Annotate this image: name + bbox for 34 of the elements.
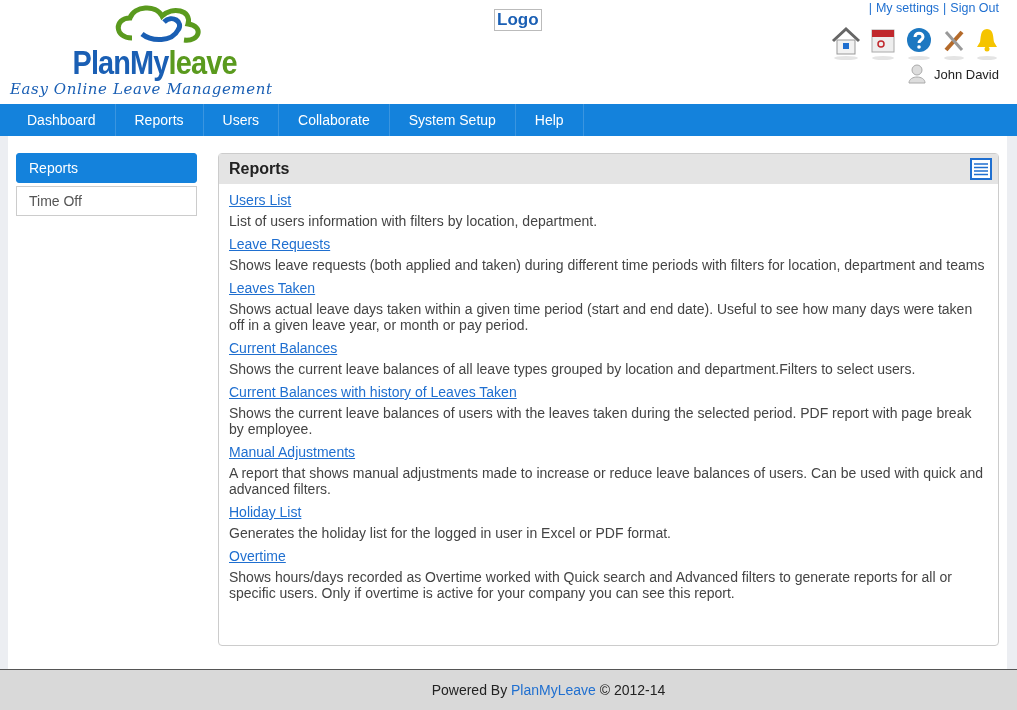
report-description: Shows actual leave days taken within a given time period (start and end date). Useful to see how many days were taken off in a given leave year, or month or pay period. [229, 301, 974, 333]
user-avatar-icon [907, 64, 926, 84]
report-description: List of users information with filters by location, department. [229, 213, 599, 229]
report-link[interactable]: Leave Requests [229, 236, 331, 252]
report-link[interactable]: Current Balances [229, 340, 338, 356]
separator: | [868, 1, 872, 15]
report-link[interactable]: Manual Adjustments [229, 444, 356, 460]
sidebar-item[interactable]: Time Off [16, 186, 197, 216]
report-link[interactable]: Holiday List [229, 504, 302, 520]
report-description: Shows the current leave balances of all leave types grouped by location and department.Filters to select users. [229, 361, 917, 377]
logo-label: Logo [494, 9, 542, 31]
report-link[interactable]: Overtime [229, 548, 286, 564]
report-description: Shows the current leave balances of users with the leaves taken during the selected period. PDF report with page break by employee. [229, 405, 973, 437]
report-description: Generates the holiday list for the logged in user in Excel or PDF format. [229, 525, 672, 541]
help-icon[interactable] [905, 26, 933, 60]
footer-link[interactable]: PlanMyLeave [511, 682, 596, 698]
separator: | [943, 1, 947, 15]
calendar-icon[interactable] [870, 26, 896, 60]
user-name: John David [933, 66, 999, 82]
panel-title: Reports [229, 160, 290, 178]
sidebar-item[interactable]: Reports [16, 153, 197, 183]
tagline: Easy Online Leave Management [10, 80, 273, 98]
header-link[interactable]: Sign Out [950, 1, 999, 15]
brand-name: PlanMyleave [72, 44, 238, 80]
report-description: Shows hours/days recorded as Overtime worked with Quick search and Advanced filters to generate reports for all or specific users. Only if overtime is active for your company you can see this report. [229, 569, 953, 601]
report-link[interactable]: Leaves Taken [229, 280, 316, 296]
list-icon[interactable] [970, 158, 992, 180]
header-link[interactable]: My settings [875, 1, 940, 15]
report-description: A report that shows manual adjustments made to increase or reduce leave balances of users. Can be used with quick and advanced filters. [229, 465, 985, 497]
home-icon[interactable] [831, 26, 861, 60]
report-link[interactable]: Users List [229, 192, 292, 208]
footer-text: Powered By PlanMyLeave © 2012-14 [431, 682, 666, 698]
report-description: Shows leave requests (both applied and taken) during different time periods with filters for location, department and teams [229, 257, 986, 273]
report-link[interactable]: Current Balances with history of Leaves Taken [229, 384, 517, 400]
